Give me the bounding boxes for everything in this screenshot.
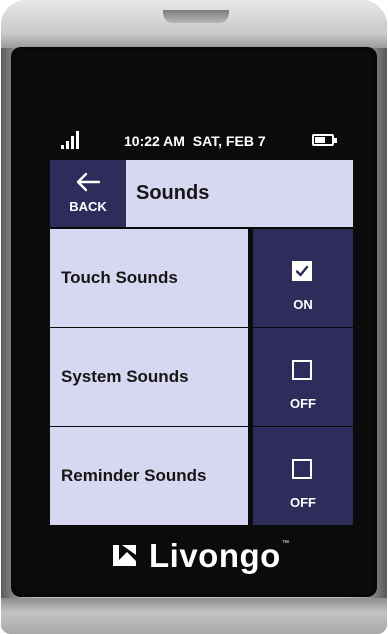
setting-label: System Sounds [61, 367, 189, 386]
device-bottom-housing [1, 598, 387, 634]
battery-level [315, 137, 325, 143]
toggle-state-label: OFF [290, 495, 316, 510]
checkbox[interactable] [292, 261, 312, 281]
setting-row-system-sounds: System Sounds OFF [50, 328, 353, 426]
touch-sounds-toggle[interactable]: ON [253, 229, 353, 327]
setting-row-touch-sounds: Touch Sounds ON [50, 229, 353, 327]
setting-label-cell: System Sounds [50, 328, 248, 426]
brand-logo: Livongo ™ [112, 536, 302, 576]
back-button[interactable]: BACK [50, 160, 126, 227]
setting-row-reminder-sounds: Reminder Sounds OFF [50, 427, 353, 525]
page-title: Sounds [136, 182, 210, 204]
back-label: BACK [69, 199, 107, 214]
setting-label: Reminder Sounds [61, 466, 207, 485]
battery-tip [334, 138, 337, 143]
livongo-logo-icon [113, 545, 136, 566]
reminder-sounds-toggle[interactable]: OFF [253, 427, 353, 525]
device-strip-port [163, 10, 229, 23]
device-top-housing [1, 0, 387, 48]
status-datetime: 10:22 AM SAT, FEB 7 [124, 133, 266, 149]
signal-bars-icon [61, 131, 83, 149]
setting-label-cell: Touch Sounds [50, 229, 248, 327]
toggle-state-label: OFF [290, 396, 316, 411]
setting-label-cell: Reminder Sounds [50, 427, 248, 525]
toggle-state-label: ON [293, 297, 313, 312]
setting-label: Touch Sounds [61, 268, 178, 287]
checkmark-icon [295, 265, 309, 277]
checkbox[interactable] [292, 459, 312, 479]
status-date: SAT, FEB 7 [192, 133, 266, 149]
status-bar: 10:22 AM SAT, FEB 7 [50, 128, 353, 156]
brand-trademark: ™ [282, 540, 289, 547]
status-time: 10:22 AM [124, 133, 185, 149]
system-sounds-toggle[interactable]: OFF [253, 328, 353, 426]
arrow-left-icon [76, 172, 101, 192]
brand-name: Livongo [149, 537, 281, 574]
checkbox[interactable] [292, 360, 312, 380]
battery-icon [312, 134, 337, 146]
screen-header: BACK Sounds [50, 160, 353, 227]
